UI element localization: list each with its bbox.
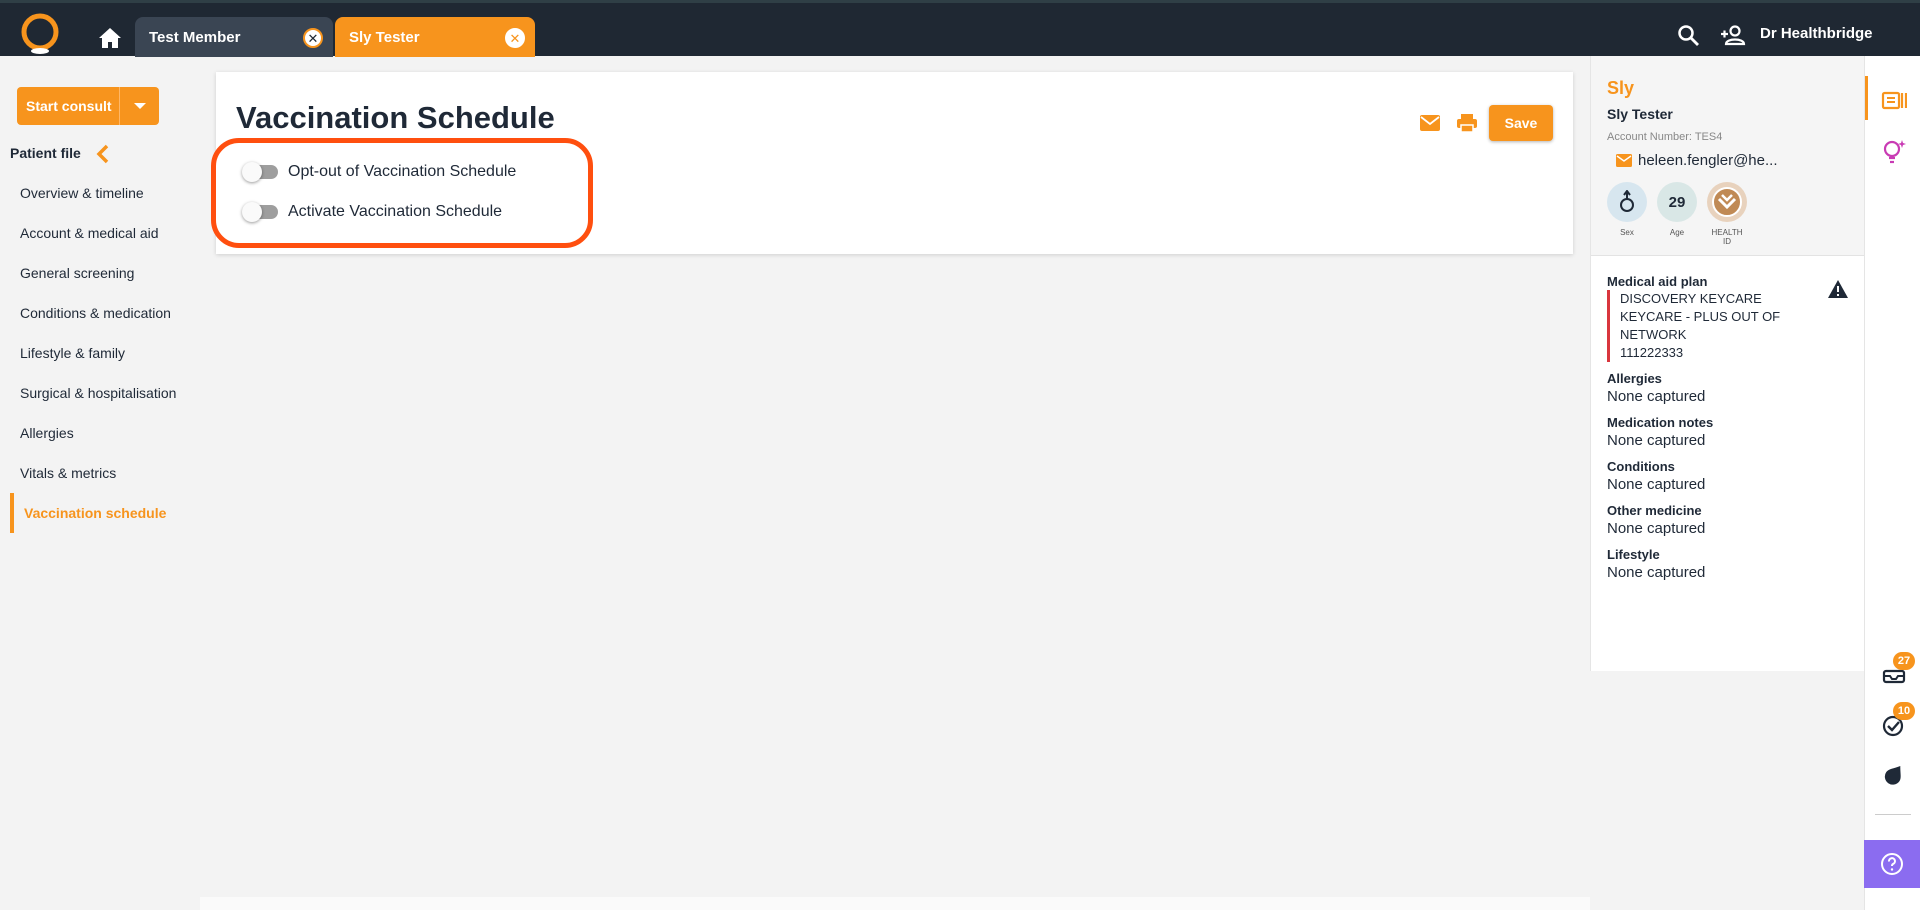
medical-aid-heading: Medical aid plan (1607, 274, 1708, 289)
plan-line: DISCOVERY KEYCARE (1620, 291, 1762, 306)
help-button[interactable] (1864, 840, 1920, 888)
print-icon[interactable] (1456, 113, 1478, 133)
age-value: 29 (1657, 182, 1697, 222)
section-title: Medication notes (1607, 415, 1714, 430)
patient-file-nav: Overview & timeline Account & medical ai… (10, 173, 190, 533)
section-title: Lifestyle (1607, 547, 1660, 562)
sidebar-item-lifestyle[interactable]: Lifestyle & family (10, 333, 190, 373)
drop-icon[interactable] (1881, 760, 1907, 786)
chevron-left-icon[interactable] (96, 143, 110, 165)
section-title: Conditions (1607, 459, 1675, 474)
allergies-section: Allergies None captured (1607, 371, 1705, 405)
button-divider (119, 87, 120, 125)
chevron-down-icon[interactable] (134, 103, 146, 109)
tab-sly-tester[interactable]: Sly Tester ✕ (335, 17, 535, 57)
section-value: None captured (1607, 564, 1706, 581)
sidebar-item-general-screening[interactable]: General screening (10, 253, 190, 293)
sidebar-item-allergies[interactable]: Allergies (10, 413, 190, 453)
sidebar-item-surgical[interactable]: Surgical & hospitalisation (10, 373, 190, 413)
health-id-badge[interactable]: HEALTH ID (1707, 182, 1747, 246)
user-name[interactable]: Dr Healthbridge (1760, 25, 1873, 42)
email-icon[interactable] (1419, 114, 1441, 132)
tab-test-member[interactable]: Test Member ✕ (135, 17, 333, 57)
medical-aid-plan: DISCOVERY KEYCARE KEYCARE - PLUS OUT OF … (1607, 290, 1807, 362)
account-number: Account Number: TES4 (1607, 131, 1723, 143)
sidebar-item-vitals[interactable]: Vitals & metrics (10, 453, 190, 493)
tab-label: Sly Tester (349, 28, 420, 46)
help-icon (1881, 853, 1903, 875)
top-bar: Test Member ✕ Sly Tester ✕ Dr Healthbrid… (0, 0, 1920, 57)
tab-label: Test Member (149, 28, 241, 46)
patient-first-name: Sly (1607, 78, 1635, 98)
sidebar-item-conditions[interactable]: Conditions & medication (10, 293, 190, 333)
search-icon[interactable] (1676, 23, 1700, 47)
tasks-count-badge: 10 (1893, 702, 1915, 720)
patient-email[interactable]: heleen.fengler@he... (1616, 152, 1778, 169)
home-icon[interactable] (98, 27, 122, 49)
email-icon (1616, 154, 1632, 167)
section-value: None captured (1607, 432, 1706, 449)
rail-active-indicator (1865, 76, 1868, 120)
sidebar-item-vaccination[interactable]: Vaccination schedule (10, 493, 190, 533)
close-circle-icon[interactable]: ✕ (303, 28, 323, 48)
patient-full-name: Sly Tester (1607, 106, 1673, 122)
plan-line: KEYCARE - PLUS OUT OF (1620, 309, 1781, 324)
add-user-icon[interactable] (1720, 23, 1746, 47)
bottom-strip (200, 897, 1590, 910)
age-caption: Age (1669, 228, 1685, 237)
patient-header: Sly Sly Tester Account Number: TES4 hele… (1591, 56, 1865, 256)
sex-caption: Sex (1620, 228, 1634, 237)
lightbulb-icon[interactable] (1881, 138, 1907, 164)
health-id-icon (1707, 182, 1747, 222)
age-badge: 29 Age (1657, 182, 1697, 237)
start-consult-label: Start consult (26, 98, 112, 114)
health-id-caption: HEALTH ID (1711, 228, 1743, 246)
section-value: None captured (1607, 388, 1706, 405)
patient-email-text: heleen.fengler@he... (1638, 152, 1778, 169)
patient-card-icon[interactable] (1881, 88, 1907, 114)
medical-aid-heading-block: Medical aid plan (1607, 274, 1707, 289)
close-circle-icon[interactable]: ✕ (505, 28, 525, 48)
section-value: None captured (1607, 476, 1706, 493)
highlight-annotation (211, 138, 593, 248)
patient-file-heading: Patient file (10, 145, 81, 161)
medication-notes-section: Medication notes None captured (1607, 415, 1713, 449)
patient-summary-panel: Sly Sly Tester Account Number: TES4 hele… (1590, 56, 1865, 671)
right-rail: 27 10 (1864, 56, 1920, 910)
lifestyle-section: Lifestyle None captured (1607, 547, 1705, 581)
sidebar-item-account[interactable]: Account & medical aid (10, 213, 190, 253)
section-title: Other medicine (1607, 503, 1702, 518)
warning-icon[interactable] (1827, 279, 1849, 299)
other-medicine-section: Other medicine None captured (1607, 503, 1705, 537)
plan-line: NETWORK (1620, 327, 1687, 342)
inbox-count-badge: 27 (1893, 652, 1915, 670)
save-button[interactable]: Save (1489, 105, 1553, 141)
sidebar-item-overview[interactable]: Overview & timeline (10, 173, 190, 213)
plan-line: 111222333 (1620, 345, 1684, 360)
start-consult-button[interactable]: Start consult (17, 87, 159, 125)
rail-divider (1875, 814, 1911, 815)
conditions-section: Conditions None captured (1607, 459, 1705, 493)
section-title: Allergies (1607, 371, 1662, 386)
sex-badge: Sex (1607, 182, 1647, 237)
section-value: None captured (1607, 520, 1706, 537)
logo-icon[interactable] (20, 13, 60, 55)
male-icon (1607, 182, 1647, 222)
page-title: Vaccination Schedule (236, 100, 555, 135)
